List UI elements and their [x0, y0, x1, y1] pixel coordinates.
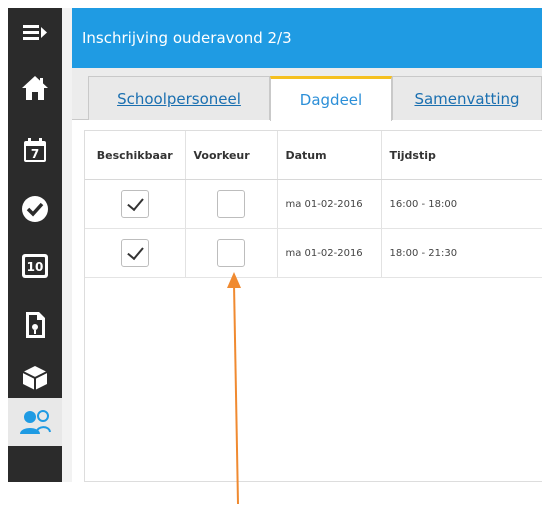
page-header: Inschrijving ouderavond 2/3 — [72, 8, 542, 68]
datum-cell: ma 01-02-2016 — [277, 228, 382, 278]
checkmark-icon — [126, 193, 144, 212]
sidebar-item-users[interactable] — [8, 398, 62, 446]
sidebar-item-document[interactable] — [8, 301, 62, 349]
beschikbaar-cell — [85, 228, 186, 278]
calendar-icon: 7 — [24, 138, 46, 162]
voorkeur-checkbox[interactable] — [217, 239, 245, 267]
column-header-datum: Datum — [277, 131, 382, 180]
sidebar-item-calendar[interactable]: 7 — [8, 126, 62, 174]
column-header-voorkeur: Voorkeur — [185, 131, 278, 180]
datum-cell: ma 01-02-2016 — [277, 179, 382, 229]
beschikbaar-checkbox[interactable] — [120, 190, 149, 218]
tab-label: Samenvatting — [414, 89, 520, 108]
home-icon — [22, 76, 48, 100]
column-header-beschikbaar: Beschikbaar — [85, 131, 186, 180]
beschikbaar-cell — [85, 179, 186, 229]
beschikbaar-checkbox[interactable] — [120, 239, 149, 267]
tab-label: Schoolpersoneel — [117, 89, 241, 108]
voorkeur-cell — [185, 228, 278, 278]
tijdstip-cell: 18:00 - 21:30 — [381, 228, 542, 278]
svg-text:10: 10 — [27, 260, 44, 274]
column-header-tijdstip: Tijdstip — [381, 131, 542, 180]
tab-samenvatting[interactable]: Samenvatting — [392, 76, 542, 120]
cube-icon — [22, 366, 48, 390]
table-row: ma 01-02-2016 18:00 - 21:30 — [85, 228, 542, 278]
sidebar-item-check[interactable] — [8, 185, 62, 233]
table-row: ma 01-02-2016 16:00 - 18:00 — [85, 179, 542, 229]
tab-schoolpersoneel[interactable]: Schoolpersoneel — [88, 76, 270, 120]
sidebar-item-menu[interactable] — [8, 8, 62, 56]
tab-dagdeel[interactable]: Dagdeel — [270, 76, 392, 121]
users-icon — [20, 410, 51, 434]
table-header-row: Beschikbaar Voorkeur Datum Tijdstip — [85, 131, 542, 180]
svg-text:7: 7 — [31, 147, 39, 161]
tab-label: Dagdeel — [299, 91, 363, 109]
app-strip — [62, 8, 72, 482]
sidebar-item-grades[interactable]: 10 — [8, 242, 62, 290]
page-title: Inschrijving ouderavond 2/3 — [82, 29, 292, 47]
checkmark-icon — [126, 242, 144, 261]
content-panel: Beschikbaar Voorkeur Datum Tijdstip ma 0… — [84, 130, 542, 482]
voorkeur-cell — [185, 179, 278, 229]
sidebar: 7 10 — [8, 8, 62, 482]
dagdeel-table: Beschikbaar Voorkeur Datum Tijdstip ma 0… — [85, 131, 542, 278]
tijdstip-cell: 16:00 - 18:00 — [381, 179, 542, 229]
check-circle-icon — [22, 196, 48, 222]
sidebar-item-cube[interactable] — [8, 354, 62, 402]
document-icon — [26, 312, 45, 338]
voorkeur-checkbox[interactable] — [217, 190, 245, 218]
tab-bar: Schoolpersoneel Dagdeel Samenvatting — [72, 68, 542, 121]
sidebar-item-home[interactable] — [8, 64, 62, 112]
grades-icon: 10 — [22, 254, 48, 278]
menu-collapse-icon — [23, 25, 47, 40]
